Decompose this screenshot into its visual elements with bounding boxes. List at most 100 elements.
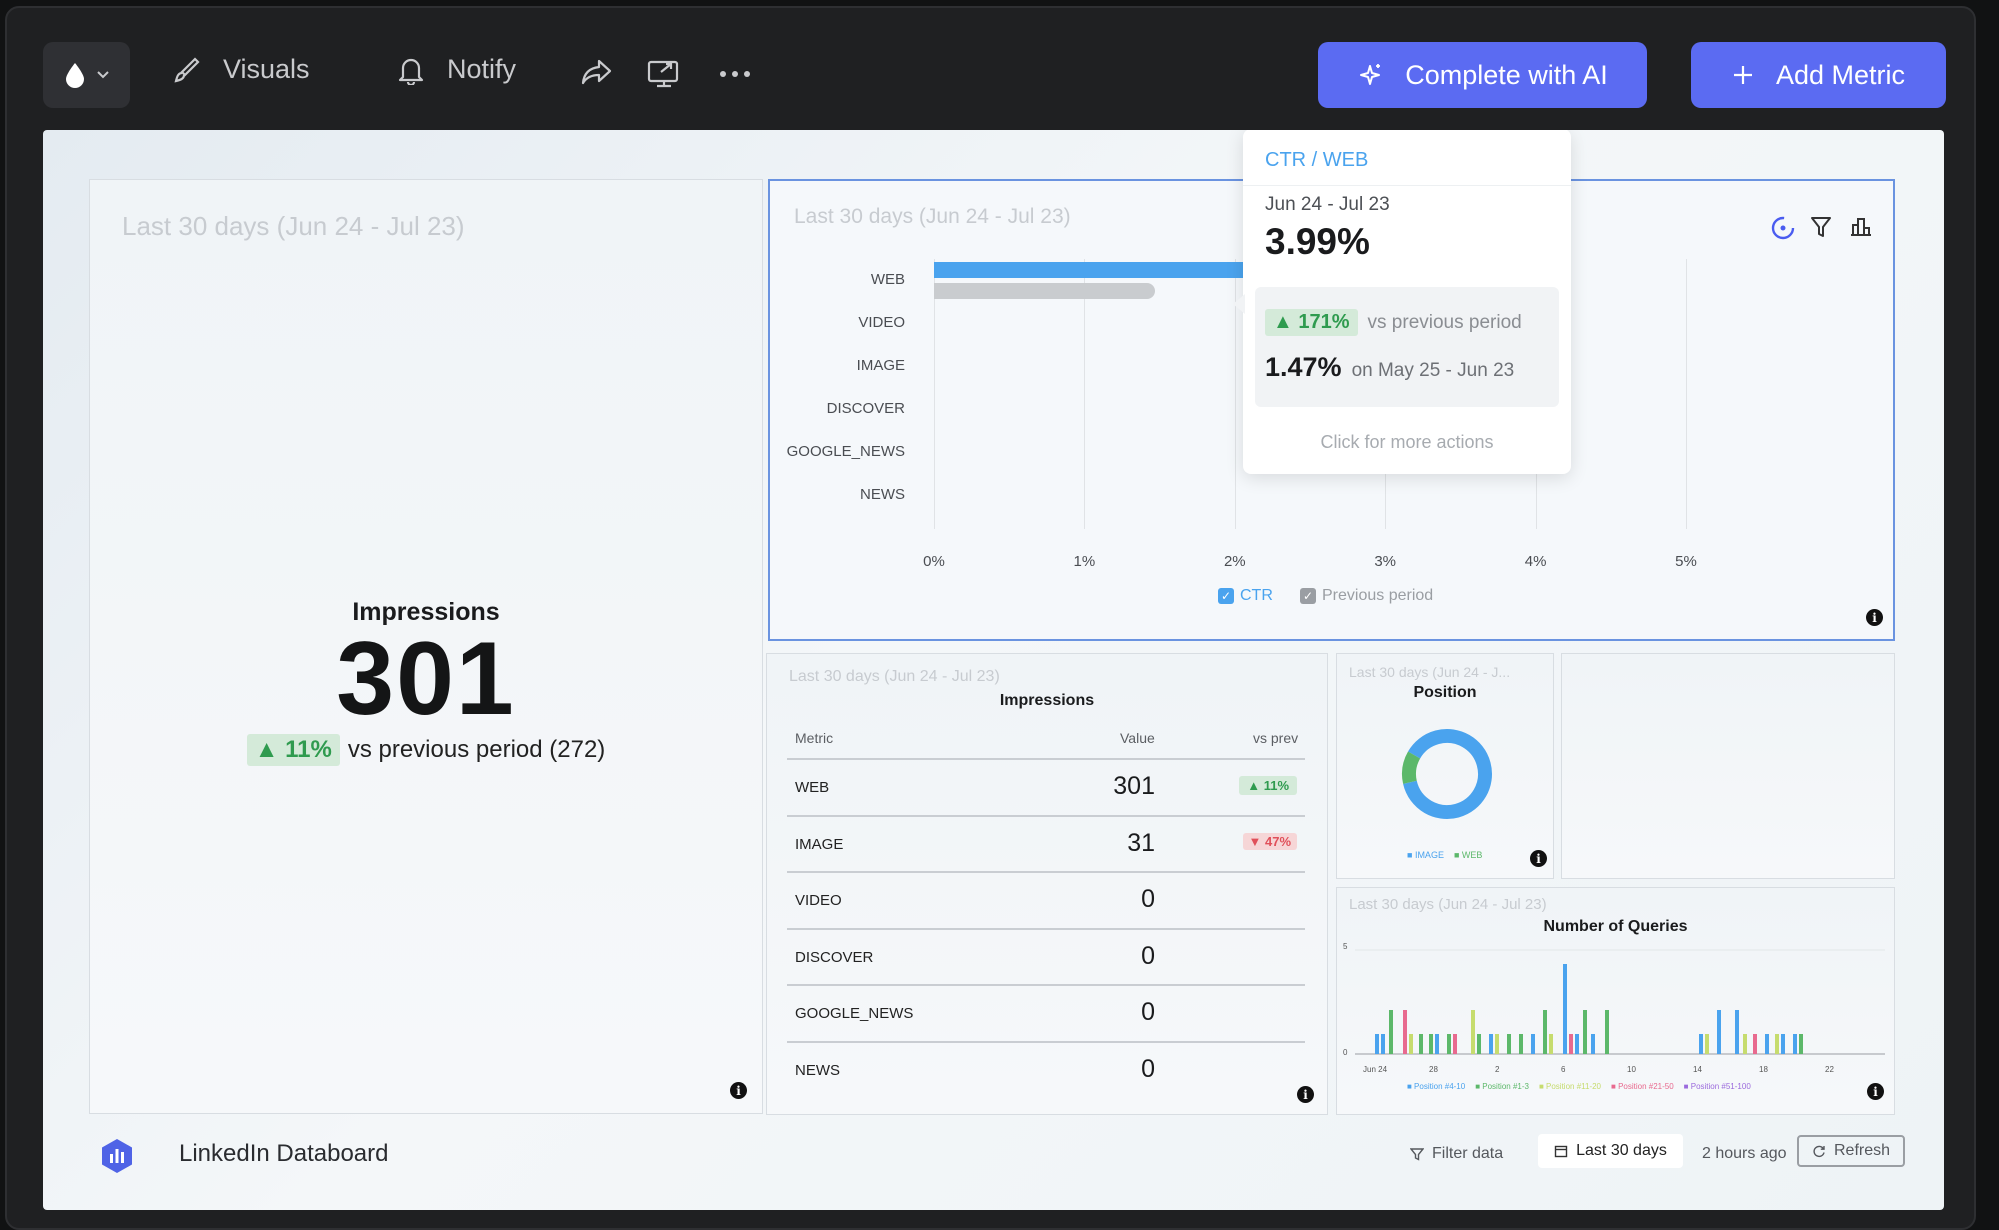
queries-bar[interactable] (1375, 1034, 1379, 1054)
legend-image[interactable]: ■ IMAGE (1407, 850, 1444, 860)
share-icon[interactable] (581, 58, 613, 86)
legend-item[interactable]: ■ Position #21-50 (1611, 1082, 1674, 1091)
visuals-button[interactable]: Visuals (173, 54, 310, 85)
complete-with-ai-label: Complete with AI (1405, 59, 1608, 90)
queries-bar[interactable] (1435, 1034, 1439, 1054)
queries-bar[interactable] (1409, 1034, 1413, 1054)
queries-bar[interactable] (1563, 964, 1567, 1054)
impressions-number-card[interactable]: Last 30 days (Jun 24 - Jul 23) Impressio… (89, 179, 763, 1114)
legend-item[interactable]: ■ Position #11-20 (1539, 1082, 1601, 1091)
empty-widget-slot[interactable] (1561, 653, 1895, 879)
legend-ctr[interactable]: ✓ CTR (1218, 587, 1273, 605)
queries-bar[interactable] (1381, 1034, 1385, 1054)
queries-bar[interactable] (1705, 1034, 1709, 1054)
cell-value: 0 (1141, 1054, 1155, 1083)
notify-label: Notify (447, 54, 517, 84)
table-row[interactable]: NEWS 0 (787, 1040, 1305, 1097)
legend-item[interactable]: ■ Position #4-10 (1407, 1082, 1465, 1091)
queries-bar[interactable] (1781, 1034, 1785, 1054)
queries-bar[interactable] (1453, 1034, 1457, 1054)
legend-item[interactable]: ■ Position #1-3 (1475, 1082, 1529, 1091)
legend-item[interactable]: ■ Position #51-100 (1684, 1082, 1751, 1091)
table-row[interactable]: DISCOVER 0 (787, 927, 1305, 984)
table-row[interactable]: GOOGLE_NEWS 0 (787, 984, 1305, 1040)
table-row[interactable]: IMAGE 31 ▼ 47% (787, 814, 1305, 871)
queries-bar[interactable] (1575, 1034, 1579, 1054)
refresh-button[interactable]: Refresh (1797, 1135, 1905, 1167)
queries-bar[interactable] (1419, 1034, 1423, 1054)
date-range-button[interactable]: Last 30 days (1538, 1134, 1683, 1168)
present-screen-icon[interactable] (647, 58, 681, 88)
theme-dropdown[interactable] (43, 42, 130, 108)
filter-data-button[interactable]: Filter data (1410, 1145, 1503, 1163)
info-icon[interactable]: i (1866, 609, 1883, 626)
queries-bar[interactable] (1531, 1034, 1535, 1054)
queries-bar[interactable] (1591, 1034, 1595, 1054)
queries-bar[interactable] (1519, 1034, 1523, 1054)
table-row[interactable]: VIDEO 0 (787, 871, 1305, 927)
queries-bar[interactable] (1543, 1010, 1547, 1054)
cell-metric: DISCOVER (795, 948, 874, 966)
impressions-table-card[interactable]: Last 30 days (Jun 24 - Jul 23) Impressio… (766, 653, 1328, 1115)
cell-metric: WEB (795, 779, 830, 796)
more-actions-link[interactable]: Click for more actions (1243, 432, 1571, 453)
queries-bar[interactable] (1753, 1034, 1757, 1054)
queries-bar[interactable] (1447, 1034, 1451, 1054)
databoard-name[interactable]: LinkedIn Databoard (179, 1140, 388, 1168)
y-axis-line (934, 259, 935, 529)
queries-bar[interactable] (1735, 1010, 1739, 1054)
x-tick-label: 10 (1627, 1065, 1636, 1074)
bar-chart-type-icon[interactable] (1850, 215, 1872, 237)
gridline (1686, 259, 1687, 529)
visuals-label: Visuals (223, 54, 310, 84)
complete-with-ai-button[interactable]: Complete with AI (1318, 42, 1647, 108)
info-icon[interactable]: i (1530, 850, 1547, 867)
info-icon[interactable]: i (1867, 1083, 1884, 1100)
legend-web[interactable]: ■ WEB (1454, 850, 1482, 860)
queries-bar[interactable] (1549, 1034, 1553, 1054)
queries-bar[interactable] (1569, 1034, 1573, 1054)
position-legend: ■ IMAGE ■ WEB (1407, 850, 1482, 860)
checkbox-icon: ✓ (1218, 588, 1234, 604)
filter-data-label: Filter data (1432, 1145, 1504, 1162)
queries-bar[interactable] (1389, 1010, 1393, 1054)
position-donut-chart (1402, 729, 1492, 819)
legend-previous-period[interactable]: ✓ Previous period (1300, 587, 1433, 605)
add-metric-button[interactable]: Add Metric (1691, 42, 1946, 108)
position-donut-card[interactable]: Last 30 days (Jun 24 - J... Position ■ I… (1336, 653, 1554, 879)
notify-button[interactable]: Notify (397, 54, 516, 85)
queries-chart-card[interactable]: Last 30 days (Jun 24 - Jul 23) Number of… (1336, 887, 1895, 1115)
queries-bar[interactable] (1477, 1034, 1481, 1054)
queries-bar[interactable] (1583, 1010, 1587, 1054)
queries-bar[interactable] (1699, 1034, 1703, 1054)
queries-bar[interactable] (1765, 1034, 1769, 1054)
queries-bar[interactable] (1799, 1034, 1803, 1054)
bell-icon (398, 58, 424, 85)
refresh-icon (1813, 1145, 1825, 1158)
tooltip-comparison-box: ▲ 171% vs previous period 1.47% on May 2… (1255, 287, 1559, 407)
table-row[interactable]: WEB 301 ▲ 11% (787, 758, 1305, 814)
queries-bar[interactable] (1743, 1034, 1747, 1054)
queries-bar[interactable] (1775, 1034, 1779, 1054)
info-icon[interactable]: i (1297, 1086, 1314, 1103)
queries-bar[interactable] (1495, 1034, 1499, 1054)
bar-web-previous[interactable] (934, 283, 1156, 299)
goal-gauge-icon[interactable] (1770, 215, 1796, 241)
position-title: Position (1413, 684, 1477, 701)
refresh-label: Refresh (1833, 1142, 1891, 1159)
x-tick-label: 14 (1693, 1065, 1702, 1074)
queries-bar[interactable] (1403, 1010, 1407, 1054)
filter-icon[interactable] (1810, 215, 1832, 239)
queries-bar[interactable] (1507, 1034, 1511, 1054)
ctr-tooltip[interactable]: CTR / WEB Jun 24 - Jul 23 3.99% ▲ 171% v… (1233, 130, 1571, 474)
queries-bar[interactable] (1429, 1034, 1433, 1054)
queries-bar[interactable] (1605, 1010, 1609, 1054)
tooltip-vs-label: vs previous period (1367, 311, 1522, 333)
queries-bar[interactable] (1717, 1010, 1721, 1054)
more-options-icon[interactable] (719, 70, 751, 78)
queries-bar[interactable] (1489, 1034, 1493, 1054)
queries-bar[interactable] (1471, 1010, 1475, 1054)
info-icon[interactable]: i (730, 1082, 747, 1099)
queries-bar[interactable] (1793, 1034, 1797, 1054)
tooltip-divider (1243, 185, 1571, 186)
